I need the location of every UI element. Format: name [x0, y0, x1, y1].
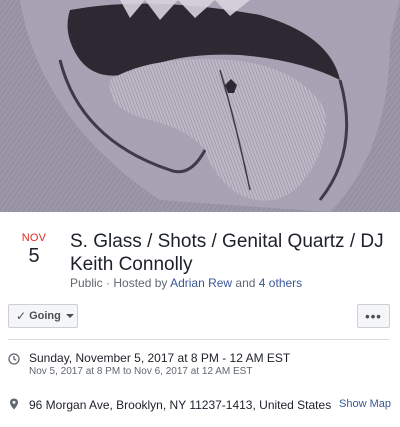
date-day: 5 [28, 245, 40, 267]
event-time-detail: Nov 5, 2017 at 8 PM to Nov 6, 2017 at 12… [29, 366, 253, 377]
more-options-button[interactable]: ••• [357, 304, 390, 328]
event-title: S. Glass / Shots / Genital Quartz / DJ K… [70, 231, 384, 275]
host-link[interactable]: Adrian Rew [170, 276, 232, 290]
clock-icon [8, 353, 20, 365]
event-cover-photo [0, 0, 400, 212]
event-meta: Public · Hosted by Adrian Rew and 4 othe… [70, 276, 302, 290]
going-label: Going [29, 310, 61, 322]
cover-illustration [0, 0, 400, 212]
map-pin-icon [10, 398, 18, 410]
date-badge: NOV 5 [18, 232, 50, 268]
divider [8, 339, 390, 340]
host-others-link[interactable]: 4 others [259, 276, 302, 290]
hosted-by-prefix: · Hosted by [102, 276, 171, 290]
host-and: and [232, 276, 259, 290]
caret-down-icon [65, 314, 74, 318]
show-map-link[interactable]: Show Map [339, 398, 391, 410]
event-time[interactable]: Sunday, November 5, 2017 at 8 PM - 12 AM… [29, 351, 290, 365]
privacy-label: Public [70, 276, 103, 290]
date-month: NOV [21, 232, 47, 244]
event-location[interactable]: 96 Morgan Ave, Brooklyn, NY 11237-1413, … [29, 398, 331, 412]
check-icon: ✓ [16, 309, 27, 323]
going-button[interactable]: ✓ Going [8, 304, 78, 328]
event-header: NOV 5 S. Glass / Shots / Genital Quartz … [0, 212, 400, 298]
